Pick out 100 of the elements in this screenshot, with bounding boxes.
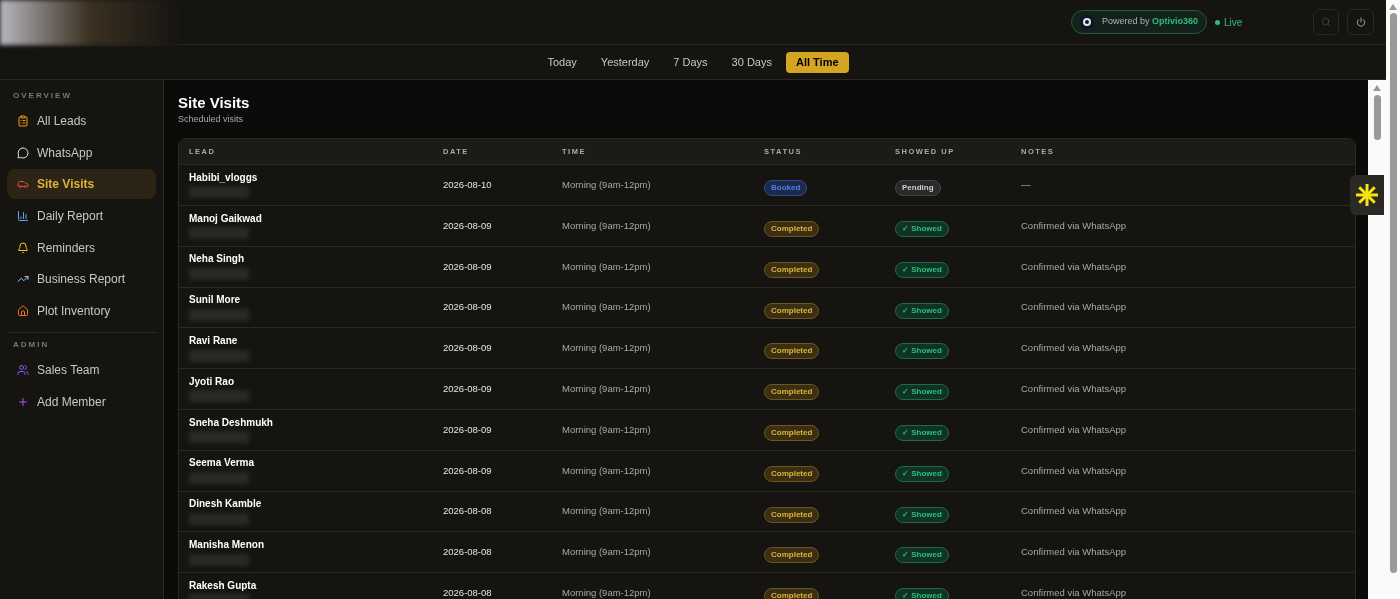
sidebar-item[interactable]: WhatsApp — [7, 137, 156, 168]
status-badge: Completed — [764, 220, 820, 237]
time-cell-text: Morning (9am-12pm) — [562, 341, 652, 356]
time-cell-text: Morning (9am-12pm) — [562, 545, 652, 560]
house-icon — [17, 305, 29, 318]
page-scrollbar[interactable] — [1386, 0, 1400, 599]
search-icon — [1321, 17, 1331, 27]
bell-icon — [17, 241, 29, 254]
notes-cell-text: Confirmed via WhatsApp — [1021, 259, 1128, 274]
time-cell-text: Morning (9am-12pm) — [562, 218, 652, 233]
bar-chart-icon — [17, 210, 29, 223]
power-icon — [1355, 17, 1366, 27]
date-filter-tab[interactable]: 30 Days — [721, 51, 782, 73]
time-cell-text: Morning (9am-12pm) — [562, 504, 652, 519]
attendance-badge: ✓ Showed — [895, 547, 949, 564]
attendance-badge: Pending — [895, 180, 941, 197]
powered-by-badge: Powered by Optivio360 — [1070, 10, 1207, 34]
lead-name: Ravi Rane — [189, 335, 239, 348]
status-badge: Completed — [764, 343, 820, 360]
section-heading: ADMIN — [12, 339, 51, 352]
time-cell-text: Morning (9am-12pm) — [562, 178, 652, 192]
date-filter-tab[interactable]: 7 Days — [663, 51, 718, 73]
page-subtitle: Scheduled visits — [178, 112, 245, 126]
sidebar-item[interactable]: Sales Team — [7, 355, 156, 386]
notes-cell-text: Confirmed via WhatsApp — [1021, 382, 1128, 396]
notes-cell-text: — — [1021, 178, 1032, 192]
attendance-badge: ✓ Showed — [895, 588, 949, 599]
date-cell-text: 2026-08-09 — [443, 422, 493, 437]
lead-name: Jyoti Rao — [189, 375, 235, 389]
attendance-badge: ✓ Showed — [895, 384, 949, 401]
notes-cell-text: Confirmed via WhatsApp — [1021, 545, 1128, 560]
status-badge: Completed — [764, 465, 820, 482]
notes-cell-text: Confirmed via WhatsApp — [1021, 586, 1128, 599]
status-badge: Completed — [764, 547, 820, 564]
date-cell-text: 2026-08-10 — [443, 178, 493, 192]
sidebar-item[interactable]: Reminders — [7, 232, 156, 263]
sidebar-item[interactable]: Site Visits — [7, 169, 156, 200]
sidebar-item[interactable]: Business Report — [7, 264, 156, 295]
time-cell-text: Morning (9am-12pm) — [562, 259, 652, 274]
date-cell-text: 2026-08-09 — [443, 300, 493, 315]
time-cell-text: Morning (9am-12pm) — [562, 463, 652, 478]
sidebar-item[interactable]: Daily Report — [7, 201, 156, 232]
search-button[interactable] — [1313, 9, 1339, 35]
lead-name: Manoj Gaikwad — [189, 212, 263, 226]
status-badge: Completed — [764, 384, 820, 401]
lead-name: Dinesh Kamble — [189, 498, 263, 511]
car-icon — [17, 178, 29, 191]
scrollbar[interactable] — [1368, 80, 1386, 599]
date-cell-text: 2026-08-08 — [443, 586, 493, 599]
status-badge: Completed — [764, 506, 820, 523]
date-filter-tab[interactable]: Yesterday — [590, 51, 660, 73]
attendance-badge: ✓ Showed — [895, 506, 949, 523]
attendance-badge: ✓ Showed — [895, 424, 949, 441]
attendance-badge: ✓ Showed — [895, 343, 949, 360]
attendance-badge: ✓ Showed — [895, 465, 949, 482]
lead-name: Seema Verma — [189, 457, 256, 470]
sidebar-item[interactable]: Add Member — [7, 386, 156, 417]
notes-cell-text: Confirmed via WhatsApp — [1021, 300, 1128, 315]
status-badge: Completed — [764, 588, 820, 599]
page-title: Site Visits — [178, 94, 251, 113]
logo-icon — [1079, 15, 1094, 29]
date-cell-text: 2026-08-09 — [443, 463, 493, 478]
status-badge: Completed — [764, 261, 820, 278]
asterisk-icon — [1355, 183, 1379, 207]
date-cell-text: 2026-08-09 — [443, 341, 493, 356]
status-badge: Booked — [764, 180, 808, 197]
notes-cell-text: Confirmed via WhatsApp — [1021, 341, 1128, 356]
attendance-badge: ✓ Showed — [895, 302, 949, 319]
date-cell-text: 2026-08-09 — [443, 259, 493, 274]
notes-cell-text: Confirmed via WhatsApp — [1021, 218, 1128, 233]
live-label: Live — [1224, 15, 1243, 30]
sidebar-item[interactable]: All Leads — [7, 106, 156, 136]
date-cell-text: 2026-08-09 — [443, 382, 493, 396]
time-cell-text: Morning (9am-12pm) — [562, 422, 652, 437]
lead-name: Sneha Deshmukh — [189, 416, 274, 430]
date-cell-text: 2026-08-08 — [443, 504, 493, 519]
lead-name: Rakesh Gupta — [189, 579, 258, 593]
attendance-badge: ✓ Showed — [895, 220, 949, 237]
time-cell-text: Morning (9am-12pm) — [562, 382, 652, 396]
clipboard-icon — [17, 115, 29, 127]
plus-icon — [17, 395, 29, 408]
notes-cell-text: Confirmed via WhatsApp — [1021, 463, 1128, 478]
lead-name: Sunil More — [189, 294, 242, 307]
power-button[interactable] — [1347, 9, 1374, 35]
speech-bubble-icon — [17, 146, 29, 159]
floating-widget-button[interactable] — [1350, 175, 1384, 215]
date-filter-tab[interactable]: All Time — [785, 51, 849, 73]
date-filter-tab[interactable]: Today — [537, 51, 587, 73]
people-icon — [17, 364, 29, 377]
sidebar-item[interactable]: Plot Inventory — [7, 296, 156, 327]
time-cell-text: Morning (9am-12pm) — [562, 300, 652, 315]
notes-cell-text: Confirmed via WhatsApp — [1021, 504, 1128, 519]
status-badge: Completed — [764, 302, 820, 319]
date-cell-text: 2026-08-08 — [443, 545, 493, 560]
lead-name: Neha Singh — [189, 253, 245, 266]
lead-name: Habibi_vloggs — [189, 171, 259, 185]
status-badge: Completed — [764, 424, 820, 441]
time-cell-text: Morning (9am-12pm) — [562, 586, 652, 599]
section-heading: OVERVIEW — [12, 90, 73, 102]
notes-cell-text: Confirmed via WhatsApp — [1021, 422, 1128, 437]
